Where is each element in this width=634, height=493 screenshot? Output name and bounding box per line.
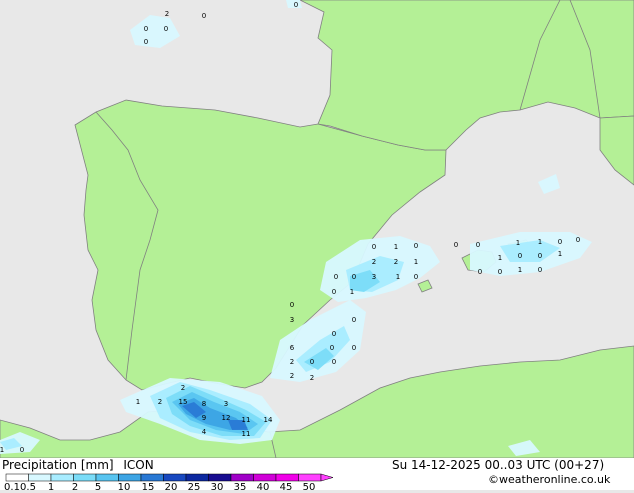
value-label: 1 — [136, 398, 140, 406]
value-label: 0 — [294, 1, 298, 9]
value-label: 6 — [290, 344, 295, 352]
value-label: 2 — [165, 10, 169, 18]
legend-swatch — [275, 473, 299, 482]
legend-swatch — [73, 473, 97, 482]
value-label: 0 — [498, 268, 502, 276]
value-label: 0 — [538, 266, 542, 274]
legend-tick-label: 40 — [256, 482, 270, 493]
legend-tick-label: 10 — [117, 482, 131, 493]
legend-tick-label: 1 — [47, 482, 55, 493]
value-label: 15 — [179, 398, 188, 406]
legend-tick-label: 25 — [187, 482, 201, 493]
legend-tick-label: 2 — [71, 482, 79, 493]
value-label: 3 — [372, 273, 376, 281]
legend-tick-label: 0.1 — [4, 482, 20, 493]
legend-swatch — [253, 473, 277, 482]
value-label: 2 — [181, 384, 185, 392]
legend-swatch — [298, 473, 322, 482]
value-label: 0 — [202, 12, 206, 20]
value-label: 0 — [290, 301, 294, 309]
precipitation-map: 20 00000 1 02 2 10 0 3 1 00 10 0 1 1 0 01 0 0 10 0 1 003 006 0 0… — [0, 0, 634, 458]
value-label: 2 — [310, 374, 314, 382]
value-label: 0 — [454, 241, 458, 249]
value-label: 1 — [0, 446, 4, 454]
value-label: 0 — [20, 446, 24, 454]
value-label: 1 — [538, 238, 542, 246]
value-label: 2 — [290, 372, 294, 380]
value-label: 3 — [224, 400, 228, 408]
value-label: 0 — [538, 252, 542, 260]
value-label: 1 — [394, 243, 398, 251]
value-label: 0 — [352, 316, 356, 324]
legend-swatch — [185, 473, 209, 482]
value-label: 1 — [518, 266, 522, 274]
value-label: 0 — [352, 273, 356, 281]
legend-swatch — [118, 473, 142, 482]
value-label: 1 — [414, 258, 418, 266]
value-label: 0 — [576, 236, 580, 244]
legend-swatch — [5, 473, 29, 482]
legend-tick-label: 15 — [141, 482, 155, 493]
legend-swatch — [163, 473, 187, 482]
value-label: 8 — [202, 400, 206, 408]
value-label: 1 — [350, 288, 354, 296]
legend-tick-label: 20 — [164, 482, 178, 493]
value-label: 3 — [290, 316, 294, 324]
legend-swatch — [50, 473, 74, 482]
legend-swatch — [95, 473, 119, 482]
legend-swatch — [208, 473, 232, 482]
value-label: 0 — [164, 25, 168, 33]
value-label: 0 — [332, 330, 336, 338]
legend-arrow — [320, 473, 334, 482]
value-label: 0 — [372, 243, 376, 251]
value-label: 1 — [558, 250, 562, 258]
legend-tick-label: 50 — [302, 482, 316, 493]
legend-tick-label: 35 — [233, 482, 247, 493]
value-label: 1 — [516, 239, 520, 247]
value-label: 0 — [334, 273, 338, 281]
value-label: 2 — [158, 398, 162, 406]
value-label: 0 — [414, 273, 418, 281]
value-label: 14 — [264, 416, 273, 424]
legend-tick-label: 30 — [210, 482, 224, 493]
value-label: 0 — [332, 358, 336, 366]
value-label: 0 — [330, 344, 334, 352]
value-label: 11 — [242, 430, 251, 438]
value-label: 4 — [202, 428, 207, 436]
value-label: 12 — [222, 414, 231, 422]
value-label: 9 — [202, 414, 206, 422]
legend-swatch — [28, 473, 52, 482]
value-label: 2 — [290, 358, 294, 366]
value-label: 0 — [352, 344, 356, 352]
value-label: 0 — [310, 358, 314, 366]
value-label: 0 — [518, 252, 522, 260]
legend-swatch — [230, 473, 254, 482]
value-label: 0 — [476, 241, 480, 249]
legend-swatch — [140, 473, 164, 482]
value-label: 2 — [372, 258, 376, 266]
value-label: 0 — [558, 238, 562, 246]
legend-tick-label: 45 — [279, 482, 293, 493]
legend-tick-label: 5 — [94, 482, 102, 493]
value-label: 1 — [396, 273, 400, 281]
value-label: 0 — [478, 268, 482, 276]
value-label: 11 — [242, 416, 251, 424]
value-label: 1 — [498, 254, 502, 262]
legend-tick-label: 0.5 — [20, 482, 36, 493]
value-label: 0 — [144, 38, 148, 46]
value-label: 0 — [144, 25, 148, 33]
value-label: 2 — [394, 258, 398, 266]
value-label: 0 — [414, 242, 418, 250]
value-label: 0 — [332, 288, 336, 296]
